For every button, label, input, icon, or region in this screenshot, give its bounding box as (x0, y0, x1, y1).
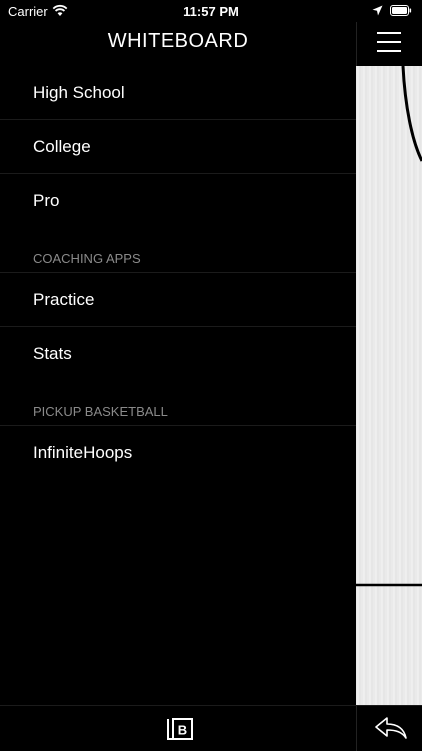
status-bar: Carrier 11:57 PM (0, 0, 422, 22)
court-panel (356, 22, 422, 705)
bottom-bar: B (0, 705, 422, 751)
bottom-divider (356, 706, 357, 751)
menu-item-college[interactable]: College (0, 120, 356, 174)
menu-list: High School College Pro COACHING APPS Pr… (0, 66, 356, 480)
side-menu: WHITEBOARD High School College Pro COACH… (0, 22, 356, 705)
court-whiteboard[interactable] (356, 66, 422, 705)
menu-title: WHITEBOARD (107, 30, 249, 52)
b-logo-icon[interactable]: B (165, 716, 195, 742)
svg-text:B: B (178, 723, 187, 738)
hamburger-menu-icon[interactable] (377, 32, 401, 54)
section-header-coaching-apps: COACHING APPS (0, 228, 356, 273)
menu-item-pro[interactable]: Pro (0, 174, 356, 228)
menu-item-stats[interactable]: Stats (0, 327, 356, 381)
location-arrow-icon (372, 5, 383, 16)
status-time: 11:57 PM (183, 4, 239, 19)
back-arrow-icon[interactable] (374, 716, 408, 740)
section-header-pickup-basketball: PICKUP BASKETBALL (0, 381, 356, 426)
top-bar-right (356, 22, 422, 66)
menu-item-infinitehoops[interactable]: InfiniteHoops (0, 426, 356, 480)
battery-icon (390, 5, 412, 16)
menu-item-high-school[interactable]: High School (0, 66, 356, 120)
court-lines (356, 66, 422, 587)
menu-item-practice[interactable]: Practice (0, 273, 356, 327)
